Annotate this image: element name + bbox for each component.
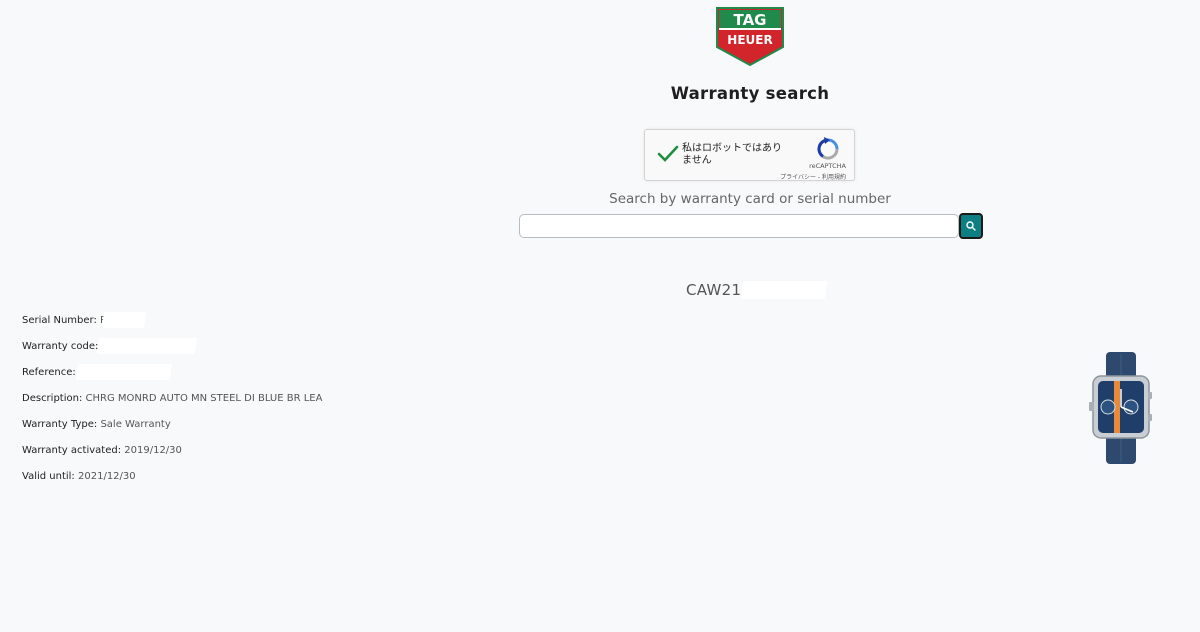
detail-value: 2019/12/30 [124, 445, 182, 456]
detail-label: Valid until: [22, 471, 75, 482]
search-label: Search by warranty card or serial number [609, 191, 891, 207]
detail-label: Warranty Type: [22, 419, 98, 430]
detail-label: Reference: [22, 367, 76, 378]
search-icon [966, 219, 976, 234]
detail-value: Sale Warranty [100, 419, 171, 430]
detail-label: Serial Number: [22, 315, 97, 326]
redaction-block [101, 312, 147, 328]
search-input[interactable] [519, 214, 959, 238]
detail-value: 2021/12/30 [78, 471, 136, 482]
recaptcha-links[interactable]: プライバシー - 利用規約 [780, 172, 846, 181]
watch-image [1087, 352, 1155, 464]
recaptcha-widget[interactable]: 私はロボットではありません reCAPTCHA プライバシー - 利用規約 [644, 129, 855, 181]
recaptcha-logo-icon [815, 137, 841, 161]
search-button[interactable] [959, 213, 983, 239]
logo-text-bottom: HEUER [727, 33, 772, 47]
detail-row-valid-until: Valid until: 2021/12/30 [22, 471, 322, 497]
tag-heuer-logo[interactable]: TAG HEUER [716, 7, 784, 67]
detail-value: CHRG MONRD AUTO MN STEEL DI BLUE BR LEA [85, 393, 323, 404]
detail-row-warranty-type: Warranty Type: Sale Warranty [22, 419, 322, 445]
recaptcha-label: 私はロボットではありません [682, 143, 782, 166]
recaptcha-brand: reCAPTCHA [809, 162, 846, 170]
page-title: Warranty search [670, 84, 830, 103]
detail-row-activated: Warranty activated: 2019/12/30 [22, 445, 322, 471]
detail-label: Warranty activated: [22, 445, 122, 456]
detail-row-description: Description: CHRG MONRD AUTO MN STEEL DI… [22, 393, 322, 419]
logo-text-top: TAG [734, 11, 767, 29]
detail-row-reference: Reference: [22, 367, 322, 393]
checkmark-icon[interactable] [657, 144, 679, 164]
detail-label: Warranty code: [22, 341, 99, 352]
redaction-block [740, 281, 828, 299]
redaction-block [96, 338, 198, 354]
detail-label: Description: [22, 393, 83, 404]
redaction-block [75, 364, 173, 380]
